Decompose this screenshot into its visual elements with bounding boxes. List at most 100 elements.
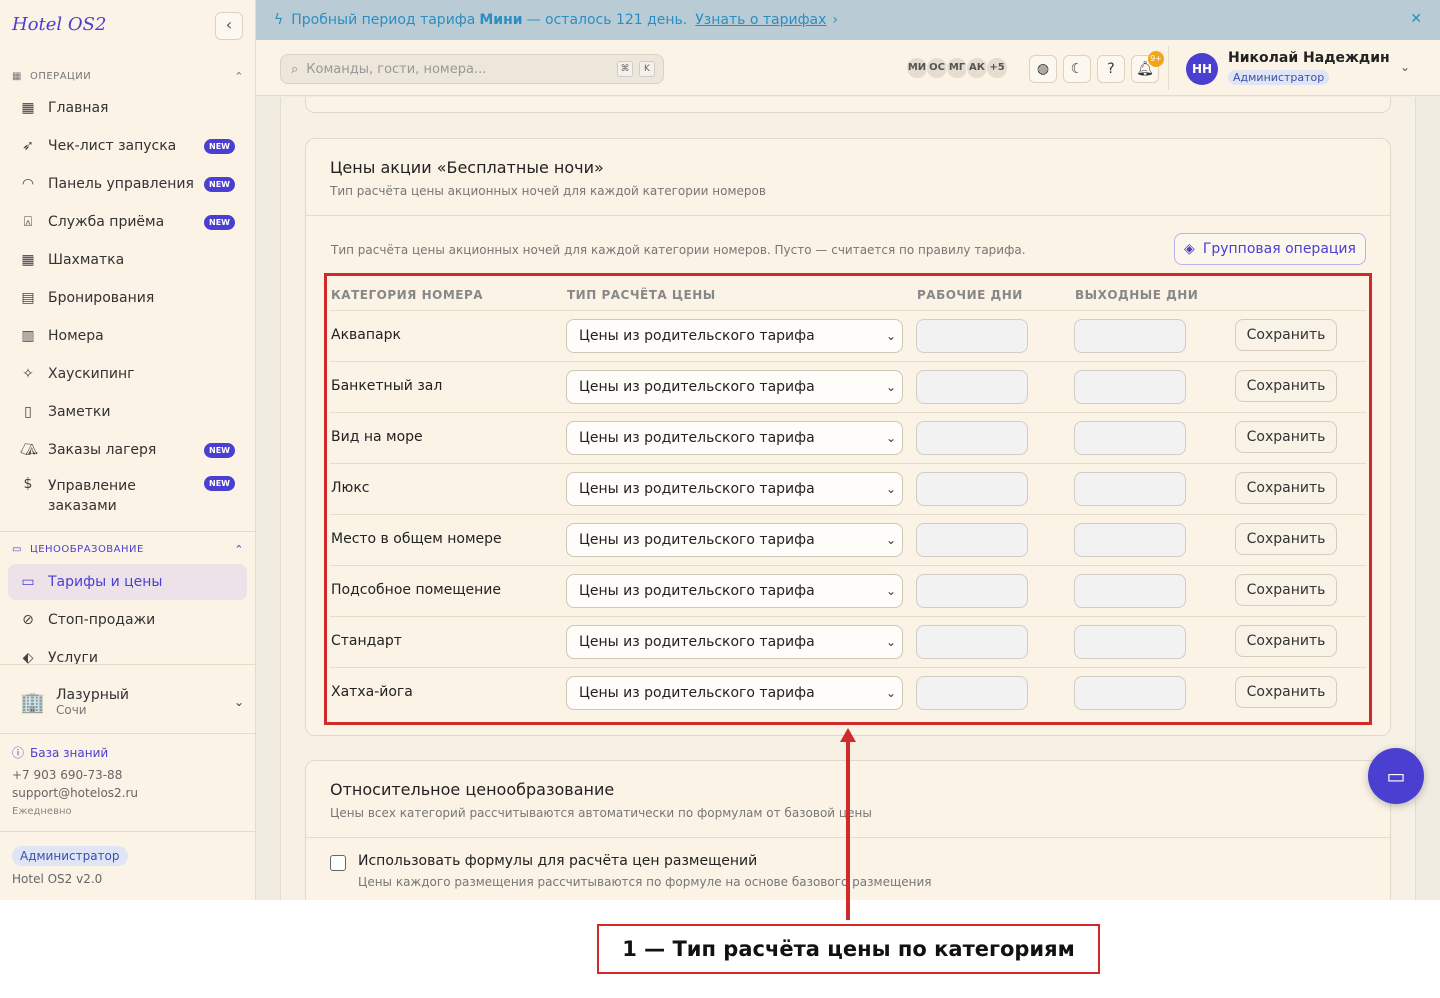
sidebar: Hotel OS2 ‹ ▦ ОПЕРАЦИИ ⌃ ▦ Главная ➶ Чек-ли… xyxy=(0,0,256,900)
palette-icon: ◍ xyxy=(1036,61,1050,77)
sidebar-item-label: Панель управления xyxy=(48,176,194,192)
card-icon: ▭ xyxy=(12,544,22,555)
search-input[interactable]: ⌕ Команды, гости, номера... ⌘ K xyxy=(280,54,664,84)
sidebar-item[interactable]: ⊘ Стоп-продажи xyxy=(8,602,247,638)
shortcut-key: ⌘ xyxy=(617,61,633,77)
help-circle-icon: ⓘ xyxy=(12,746,25,760)
sidebar-item[interactable]: ⬖ Услуги xyxy=(8,640,247,676)
bulk-operation-label: Групповая операция xyxy=(1202,241,1356,257)
support-phone[interactable]: +7 903 690-73-88 xyxy=(12,768,122,782)
previous-card xyxy=(305,97,1391,113)
moon-icon: ☾ xyxy=(1070,61,1084,77)
card-subtitle: Цены всех категорий рассчитываются автом… xyxy=(330,806,872,820)
chevron-up-icon: ⌃ xyxy=(234,543,244,556)
gauge-icon: ◠ xyxy=(21,176,35,192)
sidebar-item-label: Тарифы и цены xyxy=(48,574,163,590)
new-badge: NEW xyxy=(204,138,235,154)
avatar: МГ xyxy=(946,57,968,79)
sidebar-item-label: Шахматка xyxy=(48,252,125,268)
dark-mode-button[interactable]: ☾ xyxy=(1063,55,1091,83)
shortcut-key: K xyxy=(639,61,655,77)
collapse-sidebar-button[interactable]: ‹ xyxy=(215,12,243,40)
formula-checkbox-label[interactable]: Использовать формулы для расчёта цен раз… xyxy=(358,853,757,869)
card-title: Относительное ценообразование xyxy=(330,780,615,799)
divider xyxy=(1168,46,1169,90)
app-logo[interactable]: Hotel OS2 xyxy=(12,14,106,35)
support-email[interactable]: support@hotelos2.ru xyxy=(12,786,138,800)
sidebar-item[interactable]: ▦ Главная xyxy=(8,90,247,126)
annotation-callout: 1 — Тип расчёта цены по категориям xyxy=(597,924,1100,974)
new-badge: NEW xyxy=(204,214,235,230)
chevron-down-icon[interactable]: ⌄ xyxy=(1400,60,1410,74)
user-avatar[interactable]: НН xyxy=(1186,53,1218,85)
banner-text: Пробный период тарифа xyxy=(291,12,476,28)
sidebar-item[interactable]: $ Управление заказами NEW xyxy=(8,470,247,518)
building-icon: ▥ xyxy=(21,328,35,344)
sidebar-item[interactable]: ▯ Заметки xyxy=(8,394,247,430)
ban-icon: ⊘ xyxy=(22,612,34,628)
more-users-count: +5 xyxy=(986,57,1008,79)
support-hours: Ежедневно xyxy=(12,806,72,817)
sidebar-item-label: Заметки xyxy=(48,404,111,420)
section-pricing-header[interactable]: ▭ ЦЕНООБРАЗОВАНИЕ ⌃ xyxy=(12,543,244,556)
user-role-badge: Администратор xyxy=(1228,70,1330,85)
sidebar-item[interactable]: ◠ Панель управления NEW xyxy=(8,166,247,202)
search-icon: ⌕ xyxy=(291,61,299,77)
building-icon: 🏢 xyxy=(20,690,45,714)
layers-icon: ◈ xyxy=(1184,241,1195,257)
chat-button[interactable]: ▭ xyxy=(1368,748,1424,804)
user-name[interactable]: Николай Надеждин xyxy=(1228,50,1390,66)
rocket-icon: ➶ xyxy=(22,138,34,154)
sidebar-item-label: Номера xyxy=(48,328,104,344)
section-title: ОПЕРАЦИИ xyxy=(29,71,92,82)
tent-icon: ⛺︎ xyxy=(20,442,38,458)
close-banner-button[interactable]: ✕ xyxy=(1410,11,1422,27)
role-badge: Администратор xyxy=(12,846,128,866)
pricing-link[interactable]: Узнать о тарифах xyxy=(695,12,826,28)
sidebar-item[interactable]: ⍓ Служба приёма NEW xyxy=(8,204,247,240)
formula-checkbox[interactable] xyxy=(330,855,346,871)
divider xyxy=(0,831,256,832)
sidebar-item-label: Заказы лагеря xyxy=(48,442,157,458)
sidebar-item[interactable]: ➶ Чек-лист запуска NEW xyxy=(8,128,247,164)
sidebar-item[interactable]: ▥ Номера xyxy=(8,318,247,354)
bell-icon: ⍓ xyxy=(23,214,33,230)
grid-icon: ▦ xyxy=(21,252,35,268)
avatar: МИ xyxy=(906,57,928,79)
sidebar-item-label: Главная xyxy=(48,100,109,116)
presence-avatars[interactable]: МИ ОС МГ АК +5 xyxy=(906,57,1008,79)
sidebar-item-label: Служба приёма xyxy=(48,214,165,230)
section-title: ЦЕНООБРАЗОВАНИЕ xyxy=(29,544,144,555)
hotel-switcher[interactable]: 🏢 Лазурный Сочи ⌄ xyxy=(20,682,244,722)
grid-icon: ▦ xyxy=(12,71,22,82)
trial-banner: ϟ Пробный период тарифа Мини — осталось … xyxy=(256,0,1440,40)
new-badge: NEW xyxy=(204,176,235,192)
sidebar-item[interactable]: ✧ Хаускипинг xyxy=(8,356,247,392)
sidebar-item[interactable]: ▭ Тарифы и цены xyxy=(8,564,247,600)
help-button[interactable]: ? xyxy=(1097,55,1125,83)
dashboard-icon: ▦ xyxy=(21,100,35,116)
bulk-operation-button[interactable]: ◈ Групповая операция xyxy=(1174,233,1366,265)
sidebar-item-label: Бронирования xyxy=(48,290,155,306)
avatar: АК xyxy=(966,57,988,79)
hotel-city: Сочи xyxy=(56,703,87,717)
sidebar-item[interactable]: ⛺︎ Заказы лагеря NEW xyxy=(8,432,247,468)
sidebar-item[interactable]: ▦ Шахматка xyxy=(8,242,247,278)
knowledge-base-link[interactable]: ⓘ База знаний xyxy=(12,744,108,761)
new-badge: NEW xyxy=(204,476,235,491)
annotation-arrow xyxy=(846,738,850,920)
annotation-highlight-box xyxy=(324,273,1372,725)
sidebar-item-label: Стоп-продажи xyxy=(48,612,156,628)
sidebar-item[interactable]: ▤ Бронирования xyxy=(8,280,247,316)
clipboard-icon: ▤ xyxy=(21,290,35,306)
sidebar-item-label: Чек-лист запуска xyxy=(48,138,177,154)
top-bar: ⌕ Команды, гости, номера... ⌘ K МИ ОС МГ… xyxy=(256,40,1440,96)
card-subtitle: Тип расчёта цены акционных ночей для каж… xyxy=(330,184,766,198)
lightning-icon: ϟ xyxy=(274,12,284,28)
theme-palette-button[interactable]: ◍ xyxy=(1029,55,1057,83)
help-icon: ? xyxy=(1107,61,1115,77)
banner-remaining: — осталось 121 день. xyxy=(526,12,688,28)
section-operations-header[interactable]: ▦ ОПЕРАЦИИ ⌃ xyxy=(12,70,244,83)
chevron-up-icon: ⌃ xyxy=(234,70,244,83)
notification-count: 9+ xyxy=(1148,51,1164,67)
